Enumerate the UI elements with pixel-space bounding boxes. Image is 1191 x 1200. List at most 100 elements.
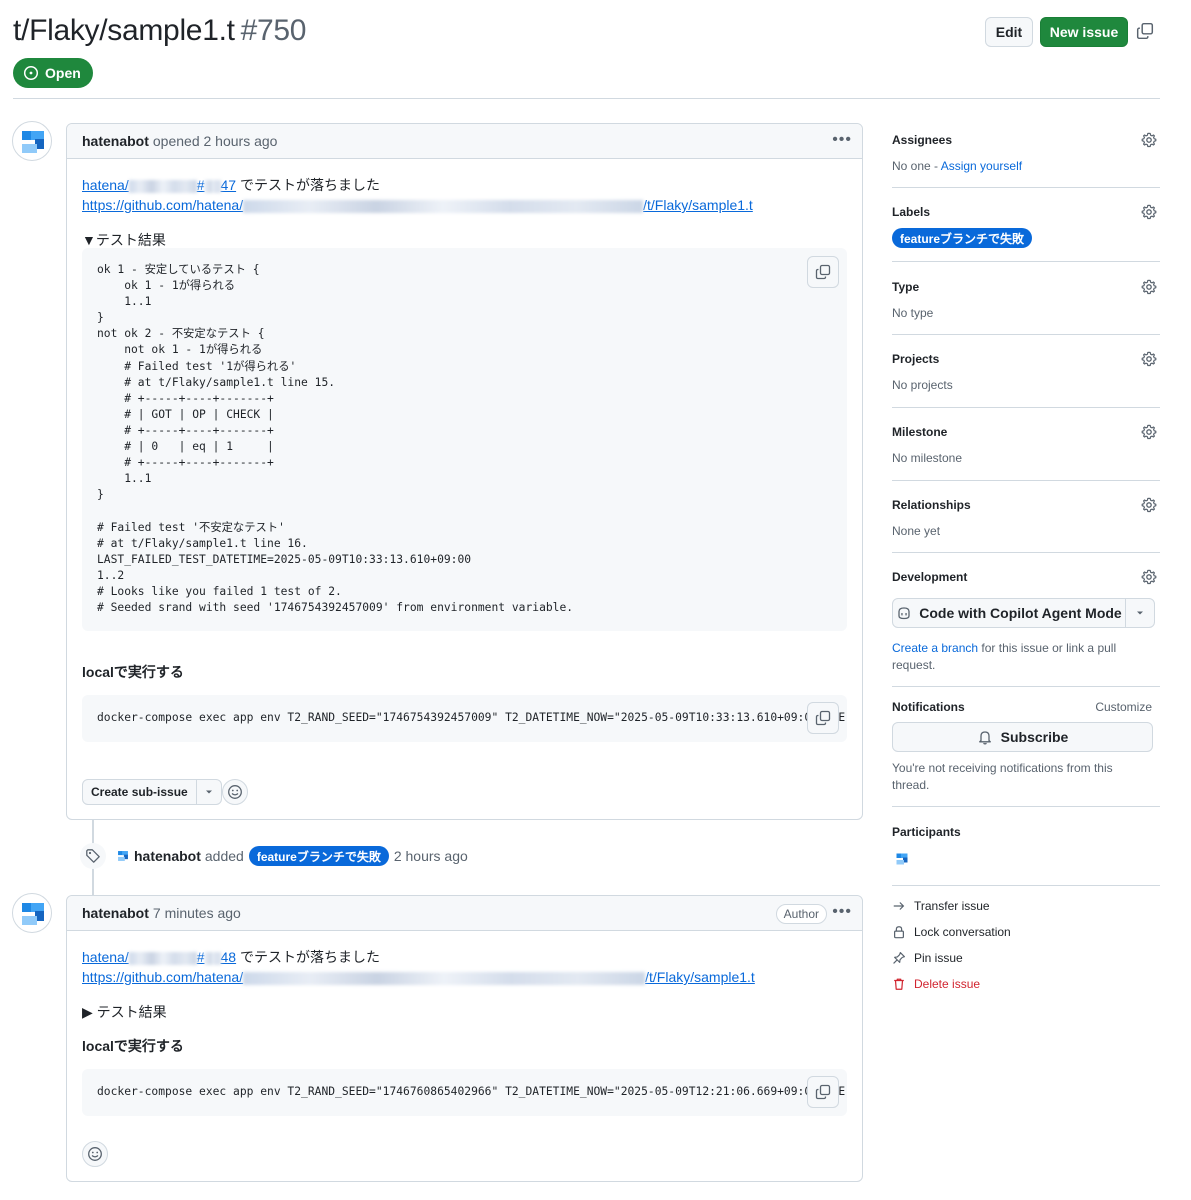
issue-title: t/Flaky/sample1.t [13, 14, 235, 47]
sidebar-projects: Projects No projects [892, 351, 1160, 392]
customize-link[interactable]: Customize [1095, 700, 1152, 714]
local-run-heading: localで実行する [82, 664, 184, 680]
notifications-note: You're not receiving notifications from … [892, 761, 1113, 792]
gear-icon[interactable] [1141, 132, 1157, 148]
projects-value: No projects [892, 378, 953, 392]
smiley-icon [88, 1147, 102, 1161]
local-run-heading: localで実行する [82, 1038, 184, 1054]
comment-timestamp[interactable]: 7 minutes ago [153, 905, 241, 921]
copy-icon [815, 1084, 831, 1100]
gear-icon[interactable] [1141, 279, 1157, 295]
event-actor[interactable]: hatenabot [134, 848, 201, 864]
copy-icon [815, 264, 831, 280]
sidebar-development: Development Code with Copilot Agent Mode… [892, 569, 1160, 672]
issue-number: #750 [240, 14, 307, 47]
copy-code-button[interactable] [807, 256, 839, 288]
copy-link-button[interactable] [1136, 22, 1156, 42]
repo-link[interactable]: hatena/#47 [82, 177, 236, 193]
milestone-value: No milestone [892, 451, 963, 465]
comment-body-text: hatena/#47 でテストが落ちました https://github.com… [82, 175, 753, 215]
projects-title[interactable]: Projects [892, 352, 1160, 366]
gear-icon[interactable] [1141, 351, 1157, 367]
event-time[interactable]: 2 hours ago [394, 848, 468, 864]
author-badge: Author [775, 904, 827, 924]
comment-author[interactable]: hatenabot [82, 905, 149, 921]
gear-icon[interactable] [1141, 204, 1157, 220]
type-title[interactable]: Type [892, 280, 1160, 294]
command-code-block: docker-compose exec app env T2_RAND_SEED… [82, 1069, 847, 1116]
assignees-title[interactable]: Assignees [892, 133, 1160, 147]
avatar[interactable] [12, 893, 52, 933]
status-badge: Open [13, 58, 93, 88]
sidebar-divider [892, 686, 1160, 687]
kebab-icon[interactable]: ••• [832, 904, 852, 920]
avatar[interactable] [114, 847, 132, 865]
avatar[interactable] [892, 849, 912, 869]
command-text: docker-compose exec app env T2_RAND_SEED… [97, 1085, 846, 1098]
new-issue-button[interactable]: New issue [1040, 17, 1128, 47]
hatenabot-avatar-icon [22, 131, 44, 153]
copy-icon [1136, 22, 1154, 40]
sidebar-relationships: Relationships None yet [892, 497, 1160, 538]
failure-line: hatena/#47 でテストが落ちました [82, 175, 753, 195]
avatar[interactable] [12, 121, 52, 161]
test-results-toggle[interactable]: ▼テスト結果 [82, 230, 166, 250]
gear-icon[interactable] [1141, 424, 1157, 440]
test-output: ok 1 - 安定しているテスト { ok 1 - 1が得られる 1..1 } … [97, 263, 574, 614]
sidebar-divider [892, 885, 1160, 886]
sidebar-divider [892, 806, 1160, 807]
comment-timestamp[interactable]: opened 2 hours ago [153, 133, 278, 149]
test-results-toggle[interactable]: ▶ テスト結果 [82, 1002, 167, 1022]
copilot-agent-button[interactable]: Code with Copilot Agent Mode [893, 599, 1126, 627]
create-sub-issue-button[interactable]: Create sub-issue [83, 780, 197, 804]
relationships-value: None yet [892, 524, 941, 538]
failure-line: hatena/#48 でテストが落ちました [82, 947, 755, 967]
development-title[interactable]: Development [892, 570, 1160, 584]
triangle-down-icon [205, 790, 212, 794]
header-divider [13, 98, 1160, 99]
sidebar-divider [892, 407, 1160, 408]
add-reaction-button[interactable] [222, 779, 248, 805]
kebab-icon[interactable]: ••• [832, 132, 852, 148]
pin-issue-action[interactable]: Pin issue [892, 951, 963, 965]
milestone-title[interactable]: Milestone [892, 425, 1160, 439]
hatenabot-avatar-icon [22, 903, 44, 925]
assignees-value: No one - Assign yourself [892, 159, 1023, 173]
transfer-issue-action[interactable]: Transfer issue [892, 899, 990, 913]
failure-message: でテストが落ちました [239, 177, 380, 193]
relationships-title[interactable]: Relationships [892, 498, 1160, 512]
test-output-code-block: ok 1 - 安定しているテスト { ok 1 - 1が得られる 1..1 } … [82, 248, 847, 631]
assign-yourself-link[interactable]: Assign yourself [941, 159, 1022, 173]
copy-icon [815, 710, 831, 726]
repo-link[interactable]: hatena/#48 [82, 949, 236, 965]
copilot-dropdown[interactable] [1126, 599, 1154, 627]
comment-author[interactable]: hatenabot [82, 133, 149, 149]
copy-command-button[interactable] [807, 1076, 839, 1108]
copilot-button-group: Code with Copilot Agent Mode [892, 598, 1155, 628]
gear-icon[interactable] [1141, 497, 1157, 513]
subscribe-button[interactable]: Subscribe [892, 722, 1153, 752]
sidebar-notifications: Notifications Customize Subscribe You're… [892, 700, 1160, 792]
github-url-link[interactable]: https://github.com/hatena//t/Flaky/sampl… [82, 197, 753, 213]
delete-issue-action[interactable]: Delete issue [892, 977, 980, 991]
sidebar-divider [892, 187, 1160, 188]
edit-button[interactable]: Edit [985, 17, 1033, 47]
participants-title: Participants [892, 825, 961, 839]
lock-conversation-action[interactable]: Lock conversation [892, 925, 1011, 939]
arrow-right-icon [893, 902, 905, 910]
sidebar-divider [892, 334, 1160, 335]
comment-header: hatenabot 7 minutes ago Author ••• [67, 896, 862, 931]
labels-title[interactable]: Labels [892, 205, 1160, 219]
smiley-icon [228, 785, 242, 799]
label-pill[interactable]: featureブランチで失敗 [892, 228, 1033, 248]
copilot-icon [898, 607, 910, 620]
copy-command-button[interactable] [807, 702, 839, 734]
gear-icon[interactable] [1141, 569, 1157, 585]
sub-issue-dropdown[interactable] [197, 780, 221, 804]
sidebar-milestone: Milestone No milestone [892, 424, 1160, 465]
create-branch-link[interactable]: Create a branch [892, 641, 978, 655]
label-pill[interactable]: featureブランチで失敗 [248, 846, 389, 866]
pin-icon [893, 952, 905, 964]
github-url-link[interactable]: https://github.com/hatena//t/Flaky/sampl… [82, 969, 755, 985]
add-reaction-button[interactable] [82, 1141, 108, 1167]
